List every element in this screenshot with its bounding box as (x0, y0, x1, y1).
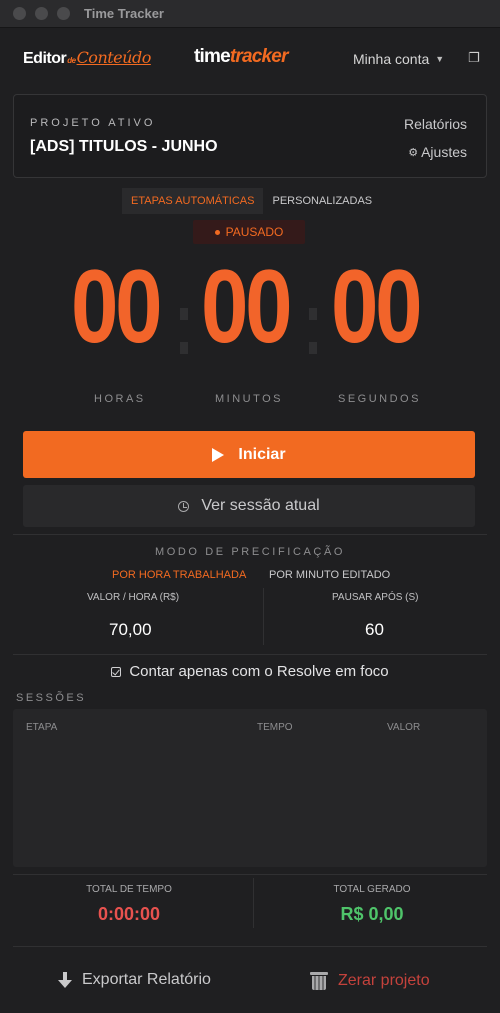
active-project-name[interactable]: [ADS] TITULOS - JUNHO (30, 138, 218, 156)
logo-conteudo-text: Conteúdo (76, 48, 152, 67)
view-session-label: Ver sessão atual (201, 497, 320, 514)
close-window-button[interactable] (13, 7, 26, 20)
hourly-rate-input[interactable]: 70,00 (109, 620, 152, 640)
app-header: Editor de Conteúdo timetracker Minha conta… (0, 28, 500, 86)
logo-editor-text: Editor (23, 50, 67, 67)
resolve-focus-label: Contar apenas com o Resolve em foco (129, 663, 389, 680)
clock-icon (178, 500, 190, 512)
logo-tracker-text: tracker (229, 46, 289, 67)
active-project-label: PROJETO ATIVO (30, 117, 156, 129)
timer-separator (180, 308, 188, 354)
window-controls (13, 7, 70, 20)
play-icon (212, 447, 225, 462)
divider (13, 534, 487, 535)
divider (253, 878, 254, 928)
sessions-table: ETAPA TEMPO VALOR (13, 709, 487, 867)
editor-de-conteudo-logo: Editor de Conteúdo (23, 48, 151, 68)
total-earned-label: TOTAL GERADO (333, 884, 411, 895)
column-header-time: TEMPO (257, 722, 293, 733)
tab-per-hour-worked[interactable]: POR HORA TRABALHADA (112, 569, 246, 581)
total-time-label: TOTAL DE TEMPO (86, 884, 172, 895)
chevron-down-icon: ▼ (435, 54, 445, 64)
timer-seconds-label: SEGUNDOS (338, 393, 421, 405)
column-header-stage: ETAPA (26, 722, 58, 733)
pause-after-input[interactable]: 60 (365, 620, 384, 640)
timetracker-logo: timetracker (194, 46, 288, 68)
account-menu-label: Minha conta (353, 51, 430, 67)
window-titlebar: Time Tracker (0, 0, 500, 28)
timer-hours: 00 (71, 249, 163, 365)
account-menu[interactable]: Minha conta ▼ (353, 51, 444, 67)
pause-after-label: PAUSAR APÓS (S) (332, 592, 419, 603)
window-title: Time Tracker (84, 6, 164, 21)
tab-per-minute-edited[interactable]: POR MINUTO EDITADO (269, 569, 390, 581)
reports-link[interactable]: Relatórios (404, 116, 467, 132)
minimize-window-button[interactable] (35, 7, 48, 20)
start-button-label: Iniciar (238, 445, 286, 463)
resolve-focus-option[interactable]: Contar apenas com o Resolve em foco (0, 663, 500, 680)
column-header-value: VALOR (387, 722, 421, 733)
start-button[interactable]: Iniciar (23, 431, 475, 478)
resolve-focus-checkbox[interactable] (111, 666, 122, 677)
tab-custom-stages[interactable]: PERSONALIZADAS (263, 188, 381, 214)
timer-minutes-label: MINUTOS (215, 393, 284, 405)
view-current-session-button[interactable]: Ver sessão atual (23, 485, 475, 527)
zoom-window-button[interactable] (57, 7, 70, 20)
divider (263, 588, 264, 645)
total-time-value: 0:00:00 (97, 904, 161, 924)
logo-de-text: de (67, 56, 76, 65)
logo-time-text: time (194, 46, 231, 67)
timer-hours-label: HORAS (94, 393, 146, 405)
trash-icon (310, 971, 328, 991)
status-badge: PAUSADO (193, 220, 305, 244)
timer-minutes: 00 (201, 249, 293, 365)
export-report-label: Exportar Relatório (82, 971, 211, 988)
stage-mode-tabs: ETAPAS AUTOMÁTICAS PERSONALIZADAS (122, 188, 381, 214)
settings-link-label: Ajustes (421, 144, 467, 160)
timer-seconds: 00 (331, 249, 423, 365)
active-project-card: PROJETO ATIVO [ADS] TITULOS - JUNHO Rela… (13, 94, 487, 178)
total-earned-value: R$ 0,00 (340, 904, 404, 924)
download-icon (58, 972, 72, 988)
divider (13, 874, 487, 875)
popout-window-icon[interactable]: ❐ (468, 50, 480, 66)
settings-link[interactable]: ⚙ Ajustes (408, 144, 467, 160)
sessions-title: SESSÕES (16, 692, 87, 704)
divider (13, 946, 487, 947)
divider (13, 654, 487, 655)
tab-automatic-stages[interactable]: ETAPAS AUTOMÁTICAS (122, 188, 264, 214)
gear-icon: ⚙ (408, 146, 419, 159)
reset-project-button[interactable]: Zerar projeto (310, 971, 430, 991)
timer-separator (309, 308, 317, 354)
reset-project-label: Zerar projeto (338, 972, 430, 989)
export-report-button[interactable]: Exportar Relatório (58, 971, 211, 989)
pricing-mode-title: MODO DE PRECIFICAÇÃO (154, 546, 346, 558)
hourly-rate-label: VALOR / HORA (R$) (87, 592, 180, 603)
status-dot-icon (214, 229, 220, 235)
status-label: PAUSADO (225, 225, 284, 239)
